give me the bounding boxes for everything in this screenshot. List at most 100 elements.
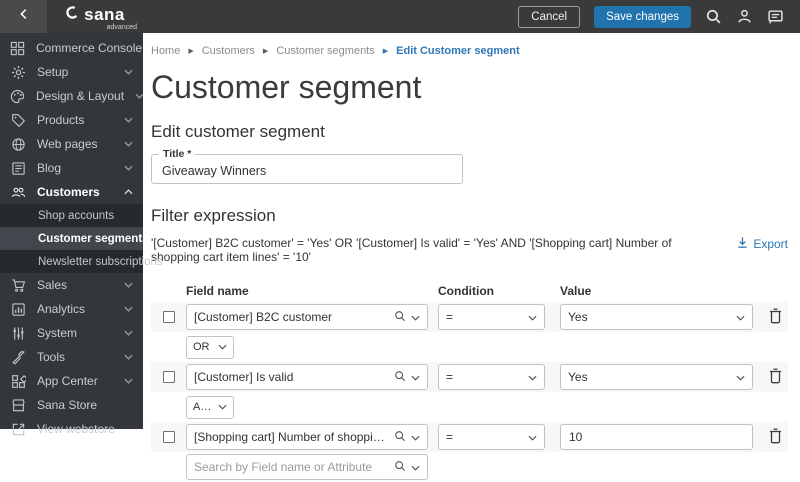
field-name-select[interactable]: [Customer] B2C customer xyxy=(186,304,428,330)
field-name-select[interactable]: [Shopping cart] Number of shopping cart … xyxy=(186,424,428,450)
logo-subtitle: advanced xyxy=(106,23,137,31)
sidebar-item-tools[interactable]: Tools xyxy=(0,345,143,369)
sidebar-item-customer-segments[interactable]: Customer segments xyxy=(0,227,149,250)
sidebar-item-label: Sales xyxy=(37,278,68,292)
title-input[interactable] xyxy=(152,155,462,183)
sidebar-item-design-layout[interactable]: Design & Layout xyxy=(0,84,144,108)
operator-select[interactable]: AND xyxy=(186,395,234,419)
sidebar-item-shop-accounts[interactable]: Shop accounts xyxy=(0,204,143,227)
breadcrumb-current: Edit Customer segment xyxy=(396,45,520,57)
sidebar-item-products[interactable]: Products xyxy=(0,108,143,132)
chevron-down-icon xyxy=(135,93,144,99)
value-input[interactable] xyxy=(560,424,753,450)
row-checkbox[interactable] xyxy=(162,431,175,443)
search-icon xyxy=(394,370,406,385)
search-icon xyxy=(394,460,406,475)
breadcrumb: Home ▶ Customers ▶ Customer segments ▶ E… xyxy=(151,45,788,57)
chevron-down-icon xyxy=(736,370,745,384)
add-condition-row xyxy=(151,452,788,482)
sidebar-item-blog[interactable]: Blog xyxy=(0,156,143,180)
chevron-down-icon xyxy=(736,310,745,324)
wrench-icon xyxy=(10,350,26,365)
sidebar-item-sana-store[interactable]: Sana Store xyxy=(0,393,143,417)
sidebar-item-web-pages[interactable]: Web pages xyxy=(0,132,143,156)
apps-icon xyxy=(10,374,26,389)
gear-icon xyxy=(10,65,26,80)
chevron-down-icon xyxy=(218,401,227,413)
sidebar-item-app-center[interactable]: App Center xyxy=(0,369,143,393)
condition-select[interactable]: = xyxy=(438,304,545,330)
delete-row-button[interactable] xyxy=(768,308,783,327)
search-icon xyxy=(394,310,406,325)
user-icon[interactable] xyxy=(736,8,753,25)
chevron-down-icon xyxy=(124,141,133,147)
field-name-select[interactable]: [Customer] Is valid xyxy=(186,364,428,390)
breadcrumb-customer-segments[interactable]: Customer segments xyxy=(276,45,374,57)
sub-item-label: Shop accounts xyxy=(38,209,115,222)
export-button[interactable]: Export xyxy=(736,236,788,252)
sidebar-item-label: Analytics xyxy=(37,302,86,316)
delete-row-button[interactable] xyxy=(768,368,783,387)
search-icon xyxy=(394,430,406,445)
condition-select[interactable]: = xyxy=(438,364,545,390)
sidebar-item-sales[interactable]: Sales xyxy=(0,273,143,297)
logo-text: sana xyxy=(84,5,125,24)
trash-icon xyxy=(768,368,783,387)
sidebar-item-commerce-console[interactable]: Commerce Console xyxy=(0,36,143,60)
field-search-select[interactable] xyxy=(186,454,428,480)
sidebar-item-analytics[interactable]: Analytics xyxy=(0,297,143,321)
sidebar-item-label: System xyxy=(37,326,78,340)
edit-customer-segment-section: Edit customer segment Title * xyxy=(151,122,788,184)
cancel-button[interactable]: Cancel xyxy=(518,5,581,28)
trash-icon xyxy=(768,428,783,447)
sidebar-item-label: Tools xyxy=(37,350,66,364)
search-icon[interactable] xyxy=(705,8,722,25)
customers-submenu: Shop accounts Customer segments Newslett… xyxy=(0,204,163,273)
top-bar: sana advanced Cancel Save changes xyxy=(0,0,800,33)
chevron-up-icon xyxy=(124,189,133,195)
page-title: Customer segment xyxy=(151,69,422,105)
main-content: Home ▶ Customers ▶ Customer segments ▶ E… xyxy=(143,33,800,482)
chevron-down-icon xyxy=(411,310,420,324)
breadcrumb-customers[interactable]: Customers xyxy=(202,45,255,57)
save-changes-button[interactable]: Save changes xyxy=(594,5,691,28)
chevron-down-icon xyxy=(411,430,420,444)
value-select[interactable]: Yes xyxy=(560,364,753,390)
sidebar-item-label: Design & Layout xyxy=(36,89,125,103)
breadcrumb-separator-icon: ▶ xyxy=(262,48,269,55)
sidebar-item-customers[interactable]: Customers xyxy=(0,180,143,204)
sub-item-label: Newsletter subscriptions xyxy=(38,255,163,268)
chat-icon[interactable] xyxy=(767,8,784,25)
filter-expression-section: Filter expression '[Customer] B2C custom… xyxy=(151,206,788,482)
sidebar-item-label: Customers xyxy=(37,185,100,199)
chevron-down-icon xyxy=(124,69,133,75)
sidebar-item-label: Blog xyxy=(37,161,62,175)
palette-icon xyxy=(10,89,25,104)
row-checkbox[interactable] xyxy=(162,311,175,323)
sub-item-label: Customer segments xyxy=(38,232,149,245)
operator-select[interactable]: OR xyxy=(186,335,234,359)
sidebar-item-label: Products xyxy=(37,113,85,127)
sidebar-item-system[interactable]: System xyxy=(0,321,143,345)
header-value: Value xyxy=(560,284,592,298)
chevron-down-icon xyxy=(124,306,133,312)
filter-table-header: Field name Condition Value xyxy=(151,280,788,302)
value-select[interactable]: Yes xyxy=(560,304,753,330)
sidebar: Commerce Console Setup Design & Layout P… xyxy=(0,33,163,436)
chevron-down-icon xyxy=(124,282,133,288)
back-button[interactable] xyxy=(0,0,47,33)
filter-section-title: Filter expression xyxy=(151,206,276,225)
condition-select[interactable]: = xyxy=(438,424,545,450)
sidebar-item-setup[interactable]: Setup xyxy=(0,60,143,84)
chevron-down-icon xyxy=(124,165,133,171)
breadcrumb-home[interactable]: Home xyxy=(151,45,180,57)
sidebar-item-newsletter-subscriptions[interactable]: Newsletter subscriptions xyxy=(0,250,163,273)
bar-chart-icon xyxy=(10,302,26,317)
field-search-input[interactable] xyxy=(194,460,388,474)
tag-icon xyxy=(10,113,26,128)
sana-logo-mark xyxy=(65,5,80,25)
dashboard-icon xyxy=(10,41,25,56)
row-checkbox[interactable] xyxy=(162,371,175,383)
delete-row-button[interactable] xyxy=(768,428,783,447)
sidebar-item-label: Web pages xyxy=(37,137,98,151)
